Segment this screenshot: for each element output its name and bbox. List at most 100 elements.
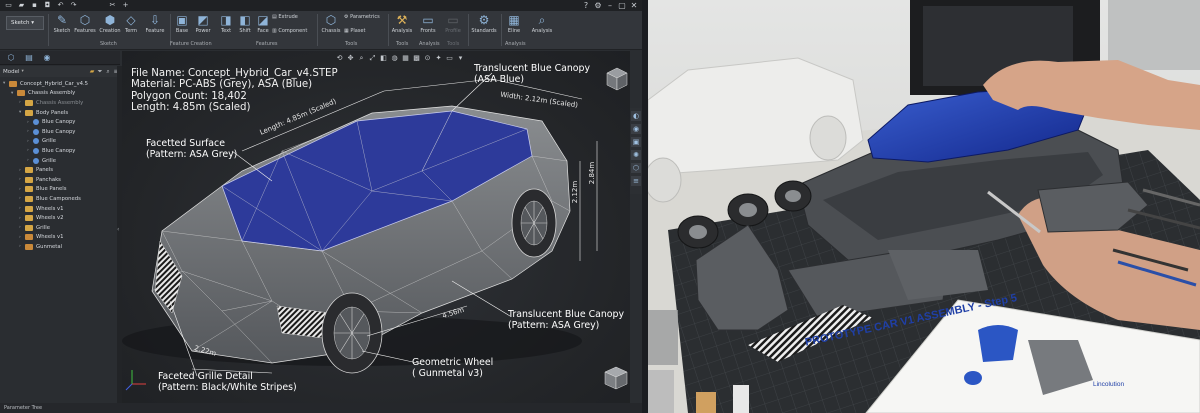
ribbon-plaset-button[interactable]: ▦ Plaset [344,28,365,38]
ribbon-group-label: Feature Creation [170,41,212,47]
tree-item[interactable]: ▾ Concept_Hybrid_Car_v4.5 [3,79,88,89]
tree-item-label: Blue Canopy [42,128,76,135]
tree-item[interactable]: › Panchaks [19,175,61,185]
ribbon-extrude-button[interactable]: ▤ Extrude [272,14,298,24]
file-icon[interactable]: ▭ [4,1,13,10]
shift-icon: ◧ [239,13,251,27]
ribbon-base-button[interactable]: ▣ Base [173,13,191,39]
ribbon-sketch-button[interactable]: ✎ Sketch [52,13,72,39]
view-cube-secondary[interactable] [601,362,631,392]
callout-detail: (ASA Blue) [474,74,524,85]
tree-item[interactable]: › Wheels v2 [19,213,64,223]
rear-wheel[interactable] [511,188,557,258]
settings-icon[interactable]: ⚙ [592,0,604,11]
ribbon-chassis-button[interactable]: ⬡ Chassis [320,13,342,39]
folder-icon[interactable]: ▰ [17,1,26,10]
camera-icon[interactable]: ▣ [631,137,641,147]
ribbon-creation-button[interactable]: ⬢ Creation [98,13,122,39]
folder-icon[interactable]: ▰ [88,68,96,75]
ribbon-label: Feature [145,28,165,34]
length-text: Length: 4.85m (Scaled) [131,102,251,114]
minimize-icon[interactable]: – [604,0,616,11]
ribbon-label: Text [220,28,232,34]
tree-item-label: Grille [42,138,56,145]
ribbon-label: Sketch [53,28,71,34]
model-browser-title[interactable]: Model [3,69,20,75]
tree-item[interactable]: › Wheels v1 [19,204,64,214]
ribbon-label: Standards [471,28,497,34]
tree-item[interactable]: › Blue Canopy [27,146,75,156]
ribbon-component-button[interactable]: ▥ Component [272,28,307,38]
chevron-down-icon[interactable]: ▾ [22,69,24,74]
tree-item[interactable]: › Blue Panels [19,185,66,195]
ribbon-eline-button[interactable]: ▦ Eline [504,13,524,39]
save-icon[interactable]: ▪ [30,1,39,10]
body-icon [33,157,39,164]
tree-item[interactable]: ▾ Body Panels [19,108,68,118]
ribbon-features-button[interactable]: ⬡ Features [73,13,97,39]
close-icon[interactable]: ✕ [628,0,640,11]
ribbon-separator [501,14,502,46]
help-icon[interactable]: ? [580,0,592,11]
ribbon-feature-button[interactable]: ⇩ Feature [143,13,167,39]
appearance-icon[interactable]: ◐ [631,111,641,121]
print-icon[interactable]: ◘ [43,1,52,10]
front-wheel[interactable] [321,292,383,374]
tree-item-label: Blue Canopy [42,147,76,154]
tree-item-label: Gunmetal [36,243,63,250]
tree-item[interactable]: › Gunmetal [19,242,62,252]
fronts-icon: ▭ [422,13,434,27]
faceted-surface-callout: Facetted Surface (Pattern: ASA Grey) [146,138,237,160]
view-cube[interactable] [601,64,631,94]
tree-item[interactable]: › Blue Canopy [27,117,75,127]
ribbon-text-button[interactable]: ◨ Text [218,13,234,39]
ribbon-label: Face [257,28,269,34]
ribbon-term-button[interactable]: ◇ Term [122,13,140,39]
ribbon-analysis-button[interactable]: ⌕ Analysis [530,13,554,39]
undo-icon[interactable]: ↶ [56,1,65,10]
tools-icon[interactable]: ✂ [108,1,117,10]
ribbon-analysis-tool-button[interactable]: ⚒ Analysis [391,13,413,39]
tree-item[interactable]: › Grille [19,223,50,233]
appearance-tab-icon[interactable]: ◉ [40,52,54,64]
lighting-icon[interactable]: ✺ [631,150,641,160]
ribbon-shift-button[interactable]: ◧ Shift [236,13,254,39]
overall-height-dimension-label: 2.84m [588,161,597,185]
search-icon[interactable]: ⌕ [104,68,112,76]
ribbon-profile-button[interactable]: ▭ Profile [442,13,464,39]
tree-item[interactable]: › Blue Canopy [27,127,75,137]
ribbon-standards-button[interactable]: ⚙ Standards [471,13,497,39]
ribbon-label: Chassis [321,28,341,34]
properties-icon[interactable]: ≡ [631,176,641,186]
tree-item[interactable]: › Blue Camponeds [19,194,81,204]
maximize-icon[interactable]: ▢ [616,0,628,11]
tree-item-label: Blue Canopy [42,119,76,126]
layers-tab-icon[interactable]: ▤ [22,52,36,64]
ribbon-face-button[interactable]: ◪ Face [255,13,271,39]
tree-item[interactable]: › Panels [19,165,53,175]
tree-item[interactable]: › Wheels v1 [19,233,64,243]
callout-title: Facetted Surface [146,138,225,149]
profile-icon: ▭ [447,13,459,27]
right-tool-strip: ◐ ◉ ▣ ✺ ⬡ ≡ [630,108,642,194]
tree-item[interactable]: › Grille [27,156,56,166]
redo-icon[interactable]: ↷ [69,1,78,10]
model-tab-icon[interactable]: ⬡ [4,52,18,64]
ribbon-parametrics-button[interactable]: ⚙ Parametrics [344,14,380,24]
ribbon-power-button[interactable]: ◩ Power [193,13,213,39]
ribbon-fronts-button[interactable]: ▭ Fronts [418,13,438,39]
model-browser-header: Model ▾ ▰ ⏷ ⌕ ≡ [0,66,120,77]
tree-item[interactable]: › Chassis Assembly [19,98,83,108]
tree-item[interactable]: › Grille [27,137,56,147]
tree-item[interactable]: ▾ Chassis Assembly [11,89,75,99]
render-icon[interactable]: ⬡ [631,163,641,173]
filter-icon[interactable]: ⏷ [96,68,104,76]
collapse-panel-icon[interactable]: ‹ [117,226,119,233]
cad-window: ▭ ▰ ▪ ◘ ↶ ↷ ✂ + ? ⚙ – ▢ ✕ Sketch ▾ ✎ Sket… [0,0,642,413]
sketch-dropdown[interactable]: Sketch ▾ [6,16,44,30]
status-text[interactable]: Parameter Tree [4,405,42,411]
material-icon[interactable]: ◉ [631,124,641,134]
body-icon [33,147,39,154]
pencil-icon: ✎ [56,13,68,27]
add-icon[interactable]: + [121,1,130,10]
